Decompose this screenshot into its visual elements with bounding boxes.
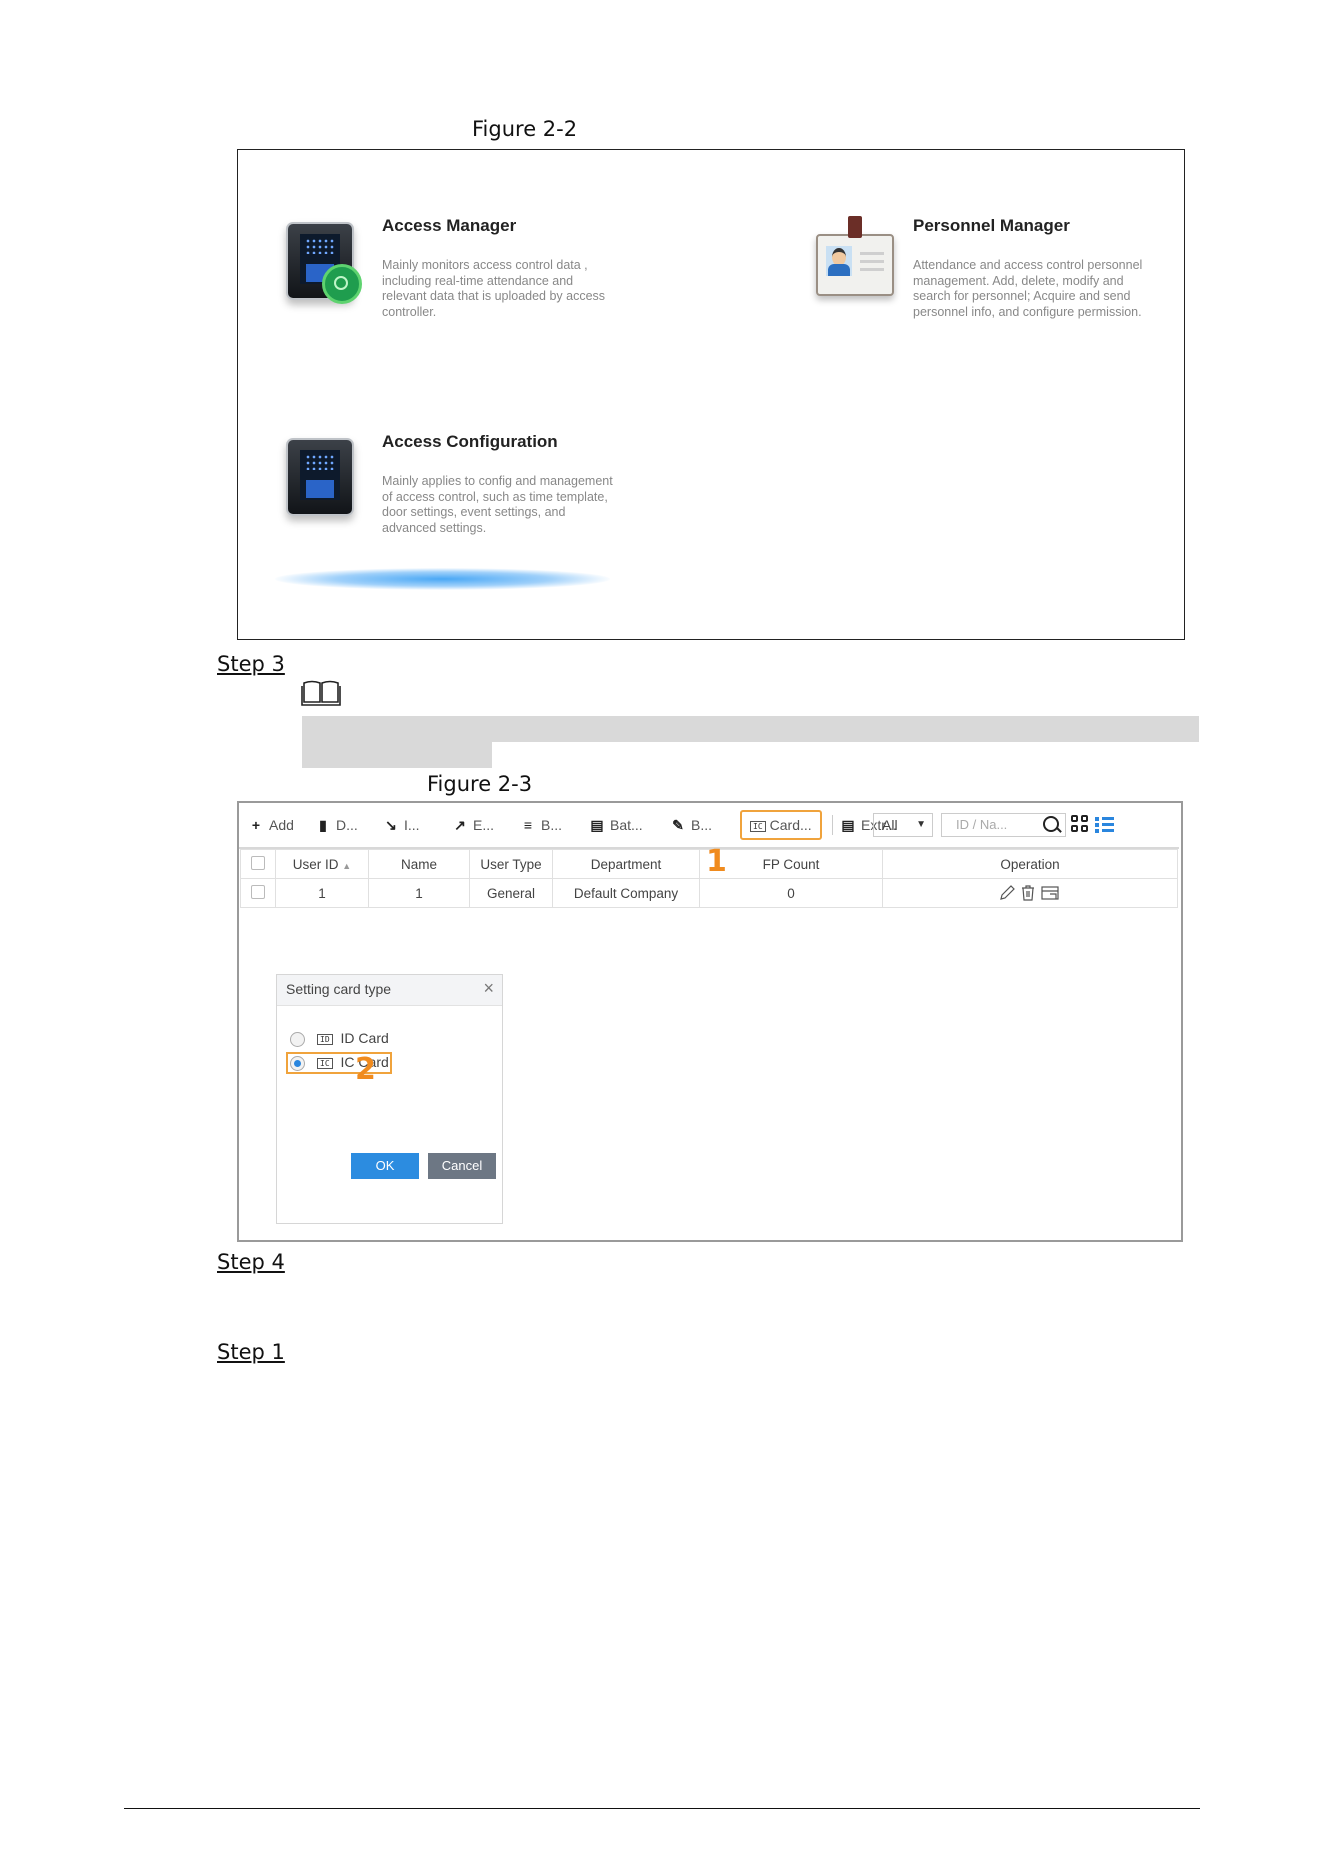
- figure-2-2-panel: Access Manager Mainly monitors access co…: [237, 149, 1185, 640]
- toolbar-divider: [832, 815, 833, 835]
- personnel-manager-description: Attendance and access control personnel …: [913, 258, 1143, 319]
- sort-asc-icon[interactable]: ▲: [342, 861, 351, 871]
- batch-add-button[interactable]: ≡ B...: [521, 811, 562, 839]
- plus-icon: +: [251, 817, 261, 833]
- access-manager-title[interactable]: Access Manager: [382, 216, 516, 236]
- dialog-header: Setting card type ×: [277, 975, 502, 1006]
- cell-user-type: General: [469, 878, 553, 908]
- selection-glow: [275, 568, 610, 590]
- ic-card-option[interactable]: IC IC Card: [317, 1054, 389, 1070]
- id-card-radio[interactable]: [290, 1032, 305, 1047]
- column-name: Name: [368, 849, 470, 879]
- cell-fp-count: 0: [699, 878, 883, 908]
- column-user-type: User Type: [469, 849, 553, 879]
- ic-card-icon: IC: [750, 820, 766, 832]
- card-manage-icon[interactable]: [1041, 886, 1059, 900]
- delete-button[interactable]: ▮ D...: [316, 811, 358, 839]
- book-icon: [301, 680, 341, 706]
- note-redacted-line-1: [302, 716, 1199, 742]
- access-manager-description: Mainly monitors access control data , in…: [382, 258, 606, 319]
- personnel-manager-title[interactable]: Personnel Manager: [913, 216, 1070, 236]
- ic-card-radio[interactable]: [290, 1056, 305, 1071]
- cell-name: 1: [368, 878, 470, 908]
- figure-2-3-caption: Figure 2-3: [427, 772, 533, 796]
- marker-2: 2: [355, 1052, 376, 1087]
- export-button[interactable]: ↗ E...: [453, 811, 494, 839]
- batch-edit-button[interactable]: ✎ B...: [671, 811, 712, 839]
- setting-card-type-dialog: Setting card type × ID ID Card IC IC Car…: [276, 974, 503, 1224]
- access-manager-icon[interactable]: [286, 222, 362, 304]
- access-configuration-icon[interactable]: [286, 438, 354, 516]
- cell-operation: [882, 878, 1178, 908]
- column-operation: Operation: [882, 849, 1178, 879]
- dialog-title: Setting card type: [286, 981, 392, 997]
- personnel-manager-icon[interactable]: [816, 216, 894, 296]
- id-card-option[interactable]: ID ID Card: [317, 1030, 389, 1046]
- row-checkbox[interactable]: [251, 884, 265, 899]
- delete-icon[interactable]: [1022, 885, 1034, 901]
- figure-2-2-caption: Figure 2-2: [472, 117, 578, 141]
- column-user-id[interactable]: User ID ▲: [275, 849, 369, 879]
- figure-2-3-panel: + Add ▮ D... ↘ I... ↗ E... ≡ B... ▤ Bat... ✎ B.…: [237, 801, 1183, 1242]
- pencil-icon: ✎: [672, 817, 684, 833]
- column-fp-count: FP Count: [699, 849, 883, 879]
- ok-button[interactable]: OK: [351, 1153, 419, 1179]
- cell-user-id: 1: [275, 878, 369, 908]
- export-arrow-icon: ↗: [454, 817, 466, 833]
- import-arrow-icon: ↘: [385, 817, 397, 833]
- access-configuration-title[interactable]: Access Configuration: [382, 432, 558, 452]
- id-card-type-icon: ID: [317, 1033, 333, 1045]
- card-stack-icon: ▤: [590, 817, 604, 833]
- ic-card-type-icon: IC: [317, 1057, 333, 1069]
- table-row[interactable]: 1 1 General Default Company 0: [240, 878, 1178, 908]
- step-1-label: Step 1: [217, 1340, 285, 1364]
- step-4-label: Step 4: [217, 1250, 285, 1274]
- select-all-checkbox[interactable]: [251, 855, 265, 870]
- import-button[interactable]: ↘ I...: [384, 811, 419, 839]
- search-icon[interactable]: [1043, 816, 1059, 832]
- add-button[interactable]: + Add: [249, 811, 294, 839]
- marker-1: 1: [706, 844, 727, 879]
- edit-icon[interactable]: [1000, 885, 1015, 900]
- card-type-button[interactable]: IC Card...: [740, 810, 822, 840]
- access-configuration-description: Mainly applies to config and management …: [382, 474, 613, 535]
- cell-department: Default Company: [552, 878, 700, 908]
- note-redacted-line-2: [302, 742, 492, 768]
- search-input[interactable]: ID / Na...: [941, 813, 1066, 837]
- caret-down-icon: ▼: [916, 819, 926, 830]
- id-card-icon: ▤: [841, 817, 855, 833]
- grid-view-icon[interactable]: [1071, 815, 1091, 835]
- trash-icon: ▮: [319, 817, 327, 833]
- cancel-button[interactable]: Cancel: [428, 1153, 496, 1179]
- batch-issue-button[interactable]: ▤ Bat...: [590, 811, 642, 839]
- list-view-icon[interactable]: [1095, 815, 1115, 835]
- column-department: Department: [552, 849, 700, 879]
- step-3-label: Step 3: [217, 652, 285, 676]
- footer-rule: [124, 1808, 1200, 1809]
- list-add-icon: ≡: [523, 817, 533, 833]
- close-icon[interactable]: ×: [483, 978, 494, 999]
- filter-select[interactable]: All ▼: [873, 813, 933, 837]
